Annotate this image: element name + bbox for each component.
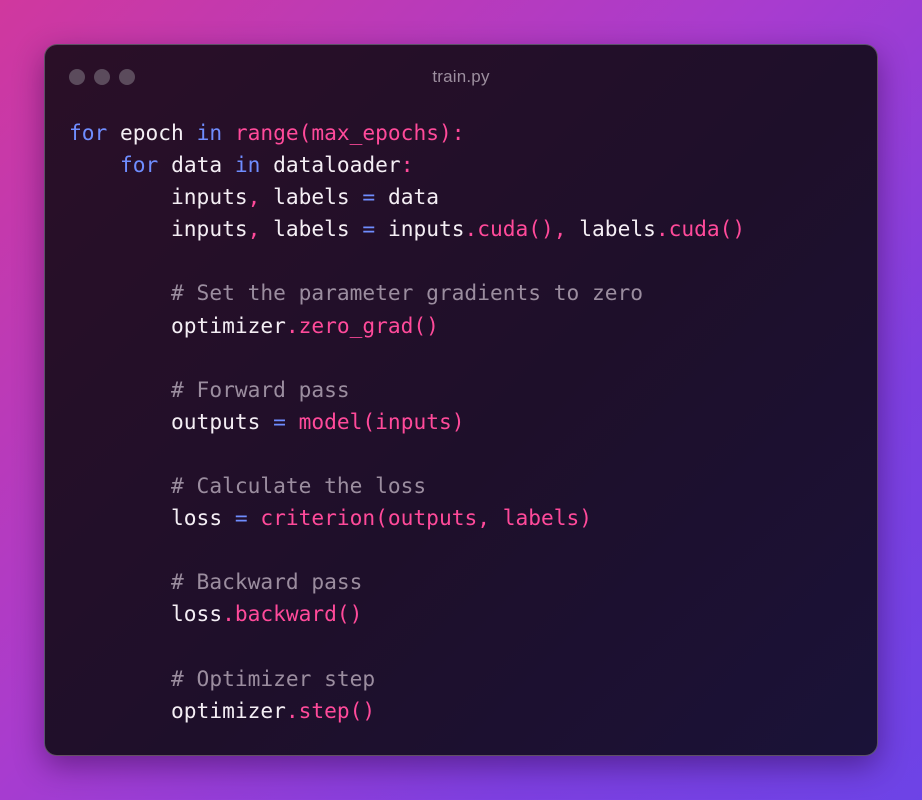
punctuation-token: , — [247, 216, 261, 242]
keyword-token: for — [69, 120, 108, 145]
function-token: model(inputs) — [298, 408, 465, 434]
comment-token: # Forward pass — [69, 376, 350, 402]
code-line: # Set the parameter gradients to zero — [69, 277, 745, 309]
operator-token: = — [273, 408, 286, 434]
code-token: labels — [260, 184, 363, 210]
code-line: for epoch in range(max_epochs): — [69, 117, 745, 149]
code-line: loss.backward() — [69, 598, 745, 630]
keyword-token: in — [196, 120, 223, 145]
code-token: epoch — [107, 120, 197, 145]
function-token: range(max_epochs): — [234, 120, 465, 145]
punctuation-token: , — [247, 184, 261, 210]
function-token: criterion(outputs, labels) — [260, 505, 593, 531]
code-line: # Forward pass — [69, 374, 745, 406]
code-line: loss = criterion(outputs, labels) — [69, 502, 745, 534]
code-line: outputs = model(inputs) — [69, 406, 745, 438]
operator-token: = — [362, 216, 376, 242]
code-line: # Calculate the loss — [69, 470, 745, 502]
code-block: for epoch in range(max_epochs): for data… — [69, 117, 745, 727]
code-token: labels — [260, 216, 363, 242]
punctuation-token: : — [400, 152, 414, 178]
code-line: optimizer.step() — [69, 695, 745, 727]
function-token: .cuda(), — [464, 216, 580, 242]
code-token: labels — [579, 216, 656, 242]
code-line: optimizer.zero_grad() — [69, 310, 745, 342]
comment-token: # Set the parameter gradients to zero — [69, 280, 644, 306]
code-token: data — [375, 184, 439, 210]
comment-token: # Calculate the loss — [69, 473, 427, 499]
function-token: .cuda() — [655, 216, 746, 242]
function-token: .backward() — [222, 601, 363, 627]
comment-token: # Backward pass — [69, 569, 363, 595]
window-title: train.py — [432, 67, 490, 86]
keyword-token: in — [234, 152, 261, 178]
code-token: inputs — [69, 184, 248, 210]
function-token: .zero_grad() — [285, 312, 439, 338]
code-line: inputs, labels = inputs.cuda(), labels.c… — [69, 213, 745, 245]
code-token: dataloader — [260, 152, 401, 178]
indent-token — [69, 152, 120, 177]
code-token: inputs — [375, 216, 465, 242]
code-token: loss — [69, 505, 235, 531]
comment-token: # Optimizer step — [69, 665, 376, 691]
code-window: train.py for epoch in range(max_epochs):… — [44, 44, 878, 756]
code-token: outputs — [69, 408, 274, 434]
code-line: # Optimizer step — [69, 663, 745, 695]
code-token: loss — [69, 601, 223, 627]
keyword-token: for — [120, 152, 159, 178]
code-token: optimizer — [69, 697, 286, 723]
code-token: optimizer — [69, 312, 286, 338]
code-line: # Backward pass — [69, 566, 745, 598]
operator-token: = — [362, 184, 376, 210]
code-line: inputs, labels = data — [69, 181, 745, 213]
function-token: .step() — [285, 697, 376, 723]
operator-token: = — [234, 505, 248, 531]
code-token: inputs — [69, 216, 248, 242]
code-token: data — [158, 152, 235, 178]
code-line: for data in dataloader: — [69, 149, 745, 181]
title-bar: train.py — [45, 45, 877, 111]
